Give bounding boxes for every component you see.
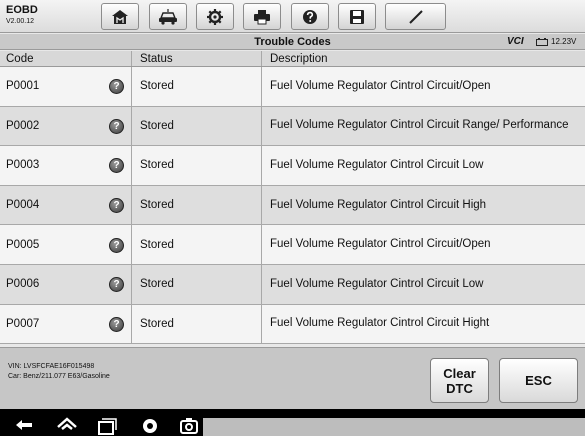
help-icon[interactable]: ? [109, 158, 124, 174]
help-icon[interactable]: ? [109, 316, 124, 332]
annotate-button[interactable] [385, 3, 446, 30]
column-divider [131, 304, 132, 344]
dtc-status: Stored [140, 317, 174, 330]
column-divider [261, 225, 262, 264]
column-divider [261, 304, 262, 344]
camera-icon[interactable] [178, 416, 200, 436]
settings-button[interactable] [196, 3, 234, 30]
home-icon [112, 9, 128, 24]
table-row[interactable]: P0007? Stored Fuel Volume Regulator Cintro… [0, 304, 585, 345]
vehicle-icon [159, 8, 177, 25]
screen: EOBD V2.00.12 Trouble Codes VCI 12.23V C… [0, 0, 585, 436]
help-button[interactable] [291, 3, 329, 30]
dtc-code: P0003 [6, 159, 40, 172]
trouble-codes-table: Code Status Description P0001? Stored Fuel… [0, 51, 585, 345]
table-row[interactable]: P0004? Stored Fuel Volume Regulator Cintro… [0, 185, 585, 226]
header-description: Description [270, 53, 328, 65]
table-row[interactable]: P0005? Stored Fuel Volume Regulator Cintro… [0, 225, 585, 265]
column-divider [131, 106, 132, 146]
app-version: V2.00.12 [6, 18, 35, 25]
help-icon[interactable]: ? [109, 237, 124, 253]
vci-logo: VCI [507, 36, 524, 47]
home-nav-icon[interactable] [56, 416, 78, 436]
table-row[interactable]: P0002? Stored Fuel Volume Regulator Cintro… [0, 106, 585, 147]
table-body: P0001? Stored Fuel Volume Regulator Cintro… [0, 67, 585, 345]
help-icon[interactable]: ? [109, 277, 124, 293]
gear-icon [207, 8, 223, 25]
column-divider [261, 264, 262, 304]
system-nav-bar [0, 409, 585, 436]
dtc-code: P0006 [6, 278, 40, 291]
column-divider [261, 185, 262, 225]
column-divider [261, 146, 262, 185]
dtc-description: Fuel Volume Regulator Cintrol Circuit Hi… [270, 198, 487, 211]
clear-dtc-label: Clear DTC [443, 365, 476, 396]
dtc-description: Fuel Volume Regulator Cintrol Circuit/Op… [270, 79, 491, 92]
dtc-code: P0005 [6, 238, 40, 251]
dtc-status: Stored [140, 119, 174, 132]
column-divider [261, 51, 262, 66]
save-icon [350, 9, 364, 24]
column-divider [131, 146, 132, 185]
nav-bar-panel [203, 418, 585, 436]
vehicle-button[interactable] [149, 3, 187, 30]
battery-voltage: 12.23V [551, 37, 577, 46]
dtc-description: Fuel Volume Regulator Cintrol Circuit Ra… [270, 119, 569, 132]
dtc-status: Stored [140, 238, 174, 251]
car-info-text: Car: Benz/211.077 E63/Gasoline [8, 373, 110, 380]
column-divider [261, 106, 262, 146]
title-bar: Trouble Codes VCI 12.23V [0, 34, 585, 50]
screenshot-icon[interactable] [140, 416, 160, 436]
help-icon [303, 9, 317, 24]
dtc-code: P0004 [6, 199, 40, 212]
table-header: Code Status Description [0, 51, 585, 67]
footer-bar: VIN: LVSFCFAE16F015498 Car: Benz/211.077… [0, 347, 585, 409]
column-divider [261, 67, 262, 106]
page-title: Trouble Codes [254, 36, 331, 48]
column-divider [131, 185, 132, 225]
pen-icon [408, 9, 423, 24]
help-icon[interactable]: ? [109, 118, 124, 134]
dtc-code: P0007 [6, 317, 40, 330]
column-divider [131, 51, 132, 66]
dtc-status: Stored [140, 159, 174, 172]
dtc-status: Stored [140, 278, 174, 291]
app-title: EOBD [6, 4, 38, 16]
dtc-code: P0002 [6, 119, 40, 132]
esc-button[interactable]: ESC [499, 358, 578, 403]
table-row[interactable]: P0003? Stored Fuel Volume Regulator Cintro… [0, 146, 585, 186]
dtc-description: Fuel Volume Regulator Cintrol Circuit Lo… [270, 277, 484, 290]
column-divider [131, 67, 132, 106]
header-code: Code [6, 53, 34, 65]
column-divider [131, 225, 132, 264]
printer-icon [254, 9, 270, 24]
home-button[interactable] [101, 3, 139, 30]
dtc-status: Stored [140, 199, 174, 212]
dtc-status: Stored [140, 80, 174, 93]
dtc-description: Fuel Volume Regulator Cintrol Circuit Hi… [270, 317, 490, 330]
dtc-code: P0001 [6, 80, 40, 93]
clear-dtc-button[interactable]: Clear DTC [430, 358, 489, 403]
top-toolbar: EOBD V2.00.12 [0, 0, 585, 33]
dtc-description: Fuel Volume Regulator Cintrol Circuit Lo… [270, 158, 484, 171]
back-icon[interactable] [14, 416, 36, 436]
header-status: Status [140, 53, 173, 65]
battery-icon [536, 38, 548, 46]
help-icon[interactable]: ? [109, 198, 124, 214]
table-row[interactable]: P0001? Stored Fuel Volume Regulator Cintro… [0, 67, 585, 107]
save-button[interactable] [338, 3, 376, 30]
column-divider [131, 264, 132, 304]
print-button[interactable] [243, 3, 281, 30]
vin-text: VIN: LVSFCFAE16F015498 [8, 363, 95, 370]
table-row[interactable]: P0006? Stored Fuel Volume Regulator Cintro… [0, 264, 585, 305]
dtc-description: Fuel Volume Regulator Cintrol Circuit/Op… [270, 238, 491, 251]
recent-apps-icon[interactable] [96, 416, 118, 436]
esc-label: ESC [525, 373, 552, 388]
help-icon[interactable]: ? [109, 79, 124, 95]
